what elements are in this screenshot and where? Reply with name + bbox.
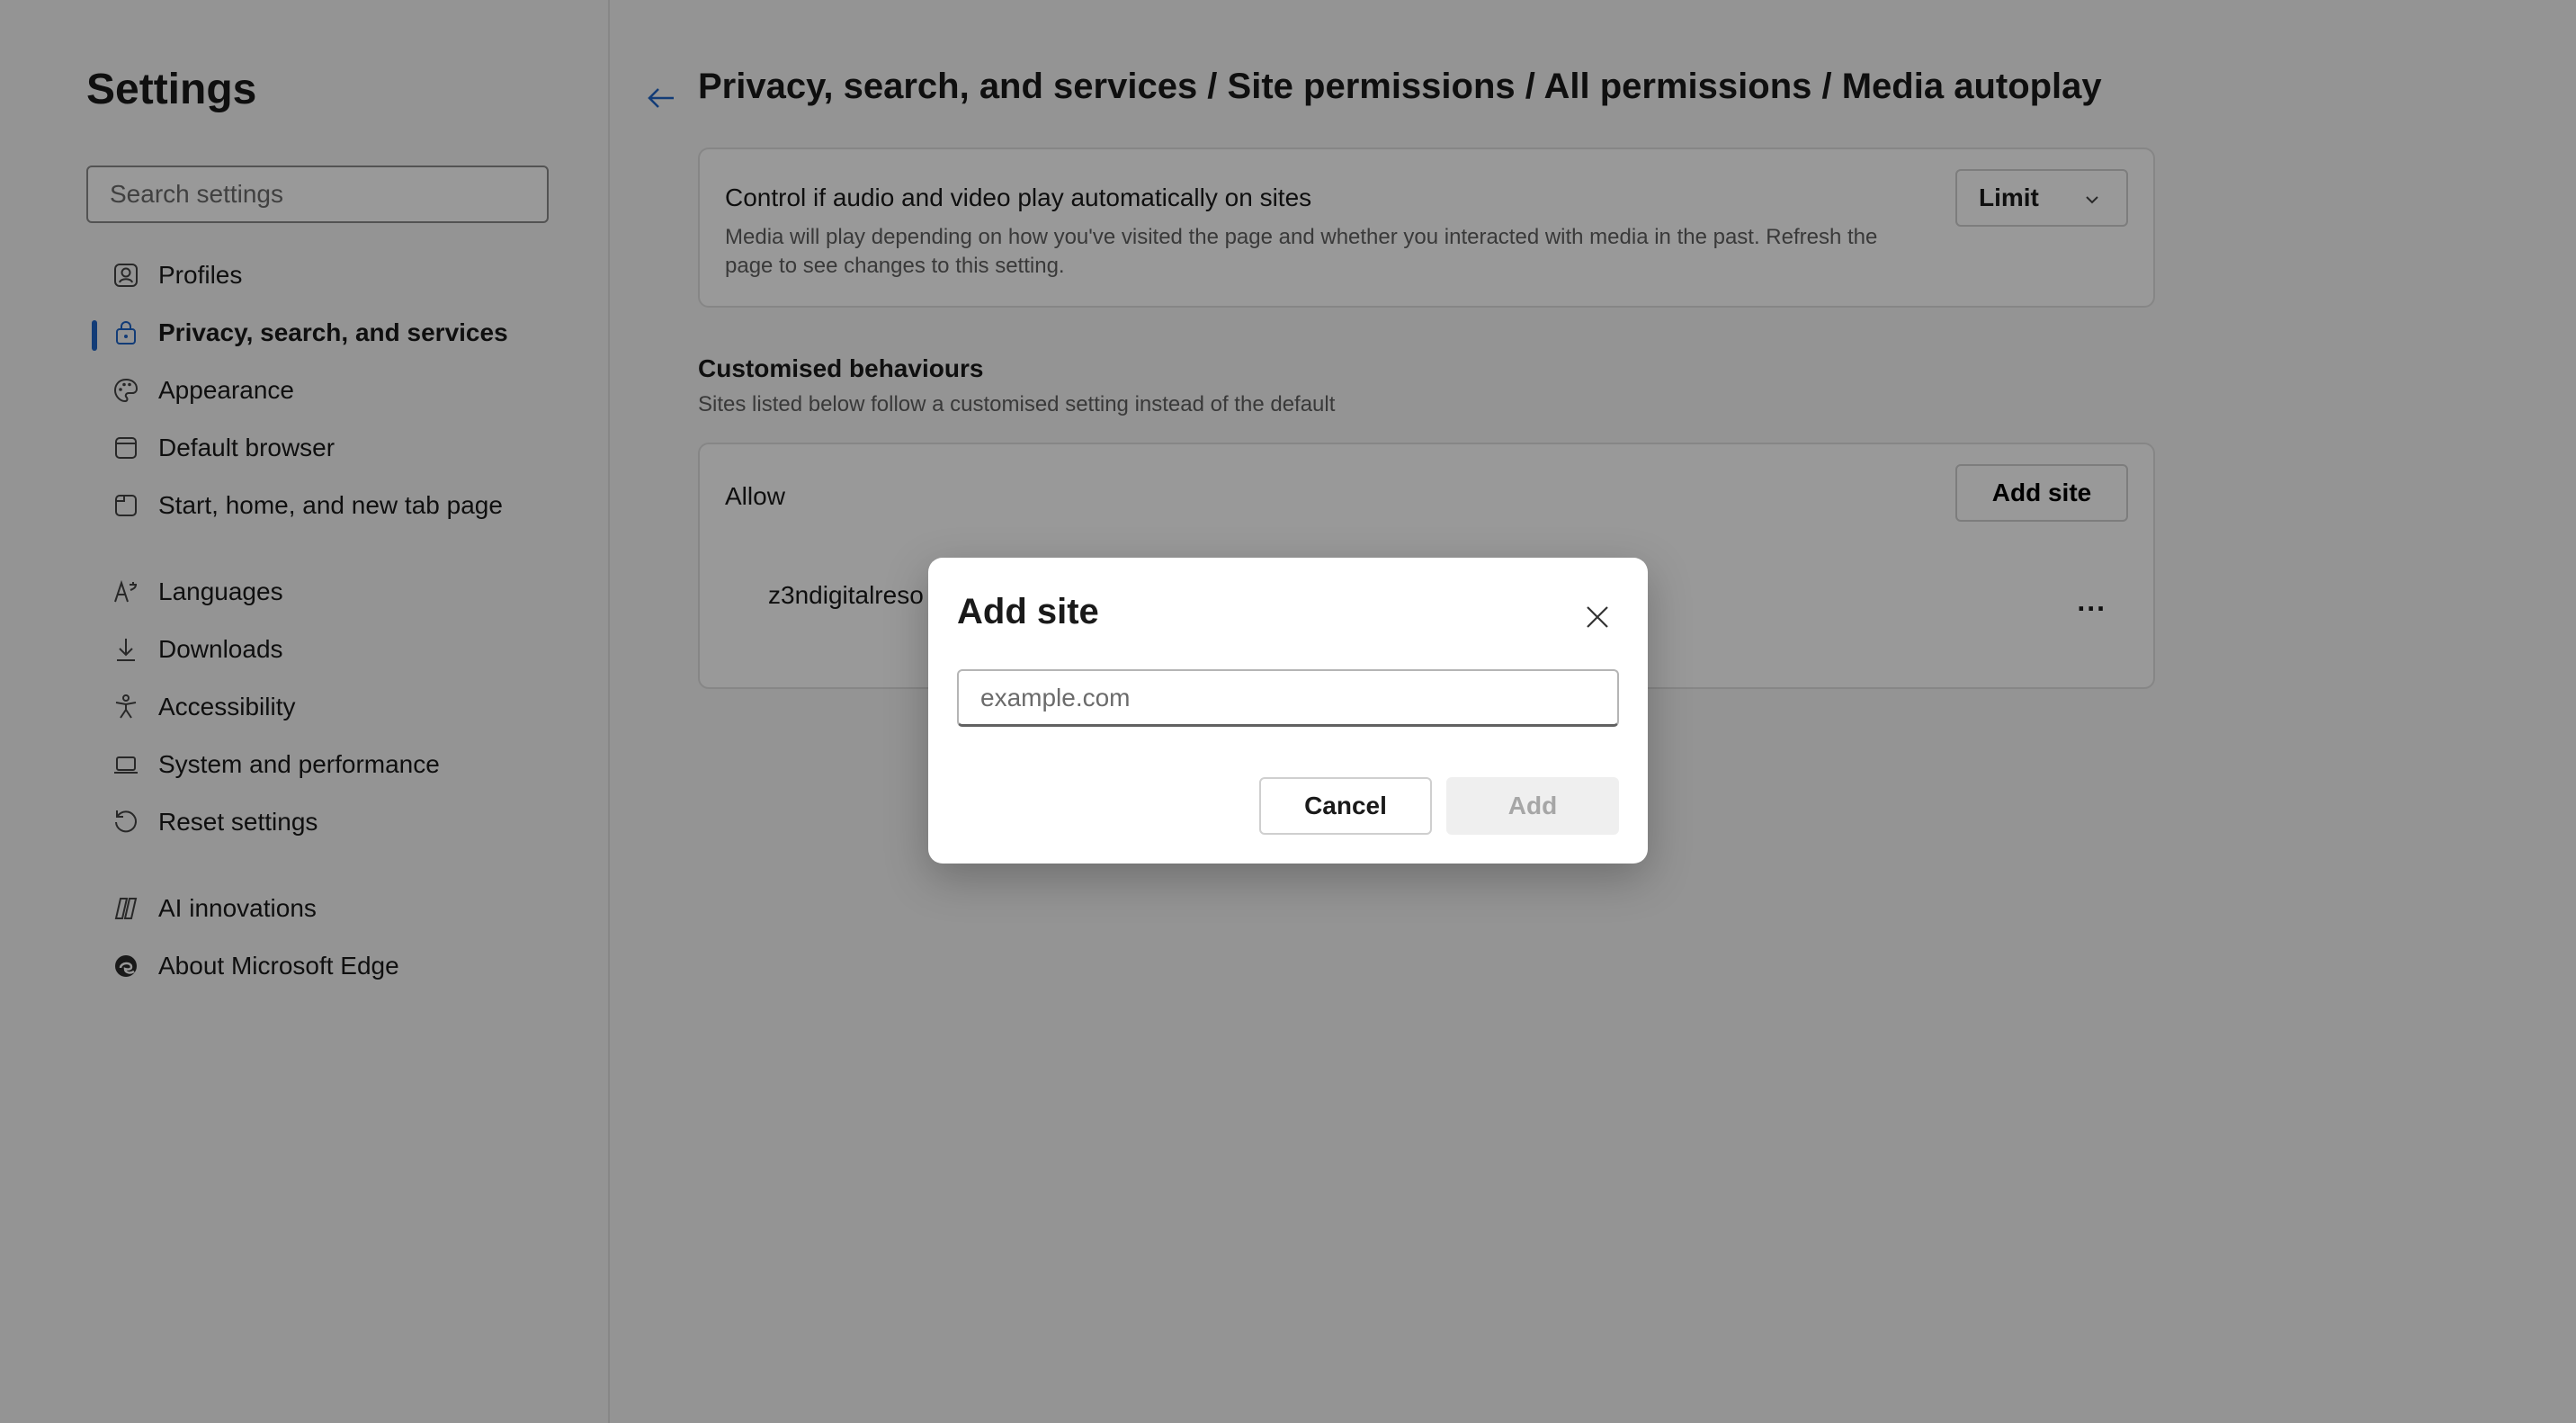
site-input-box[interactable] [957,669,1619,727]
close-button[interactable] [1576,595,1619,639]
close-icon [1584,604,1611,631]
site-url-input[interactable] [959,671,1617,724]
add-button[interactable]: Add [1446,777,1619,835]
cancel-button[interactable]: Cancel [1259,777,1432,835]
add-site-dialog: Add site Cancel Add [928,558,1648,864]
dialog-title: Add site [957,592,1099,631]
